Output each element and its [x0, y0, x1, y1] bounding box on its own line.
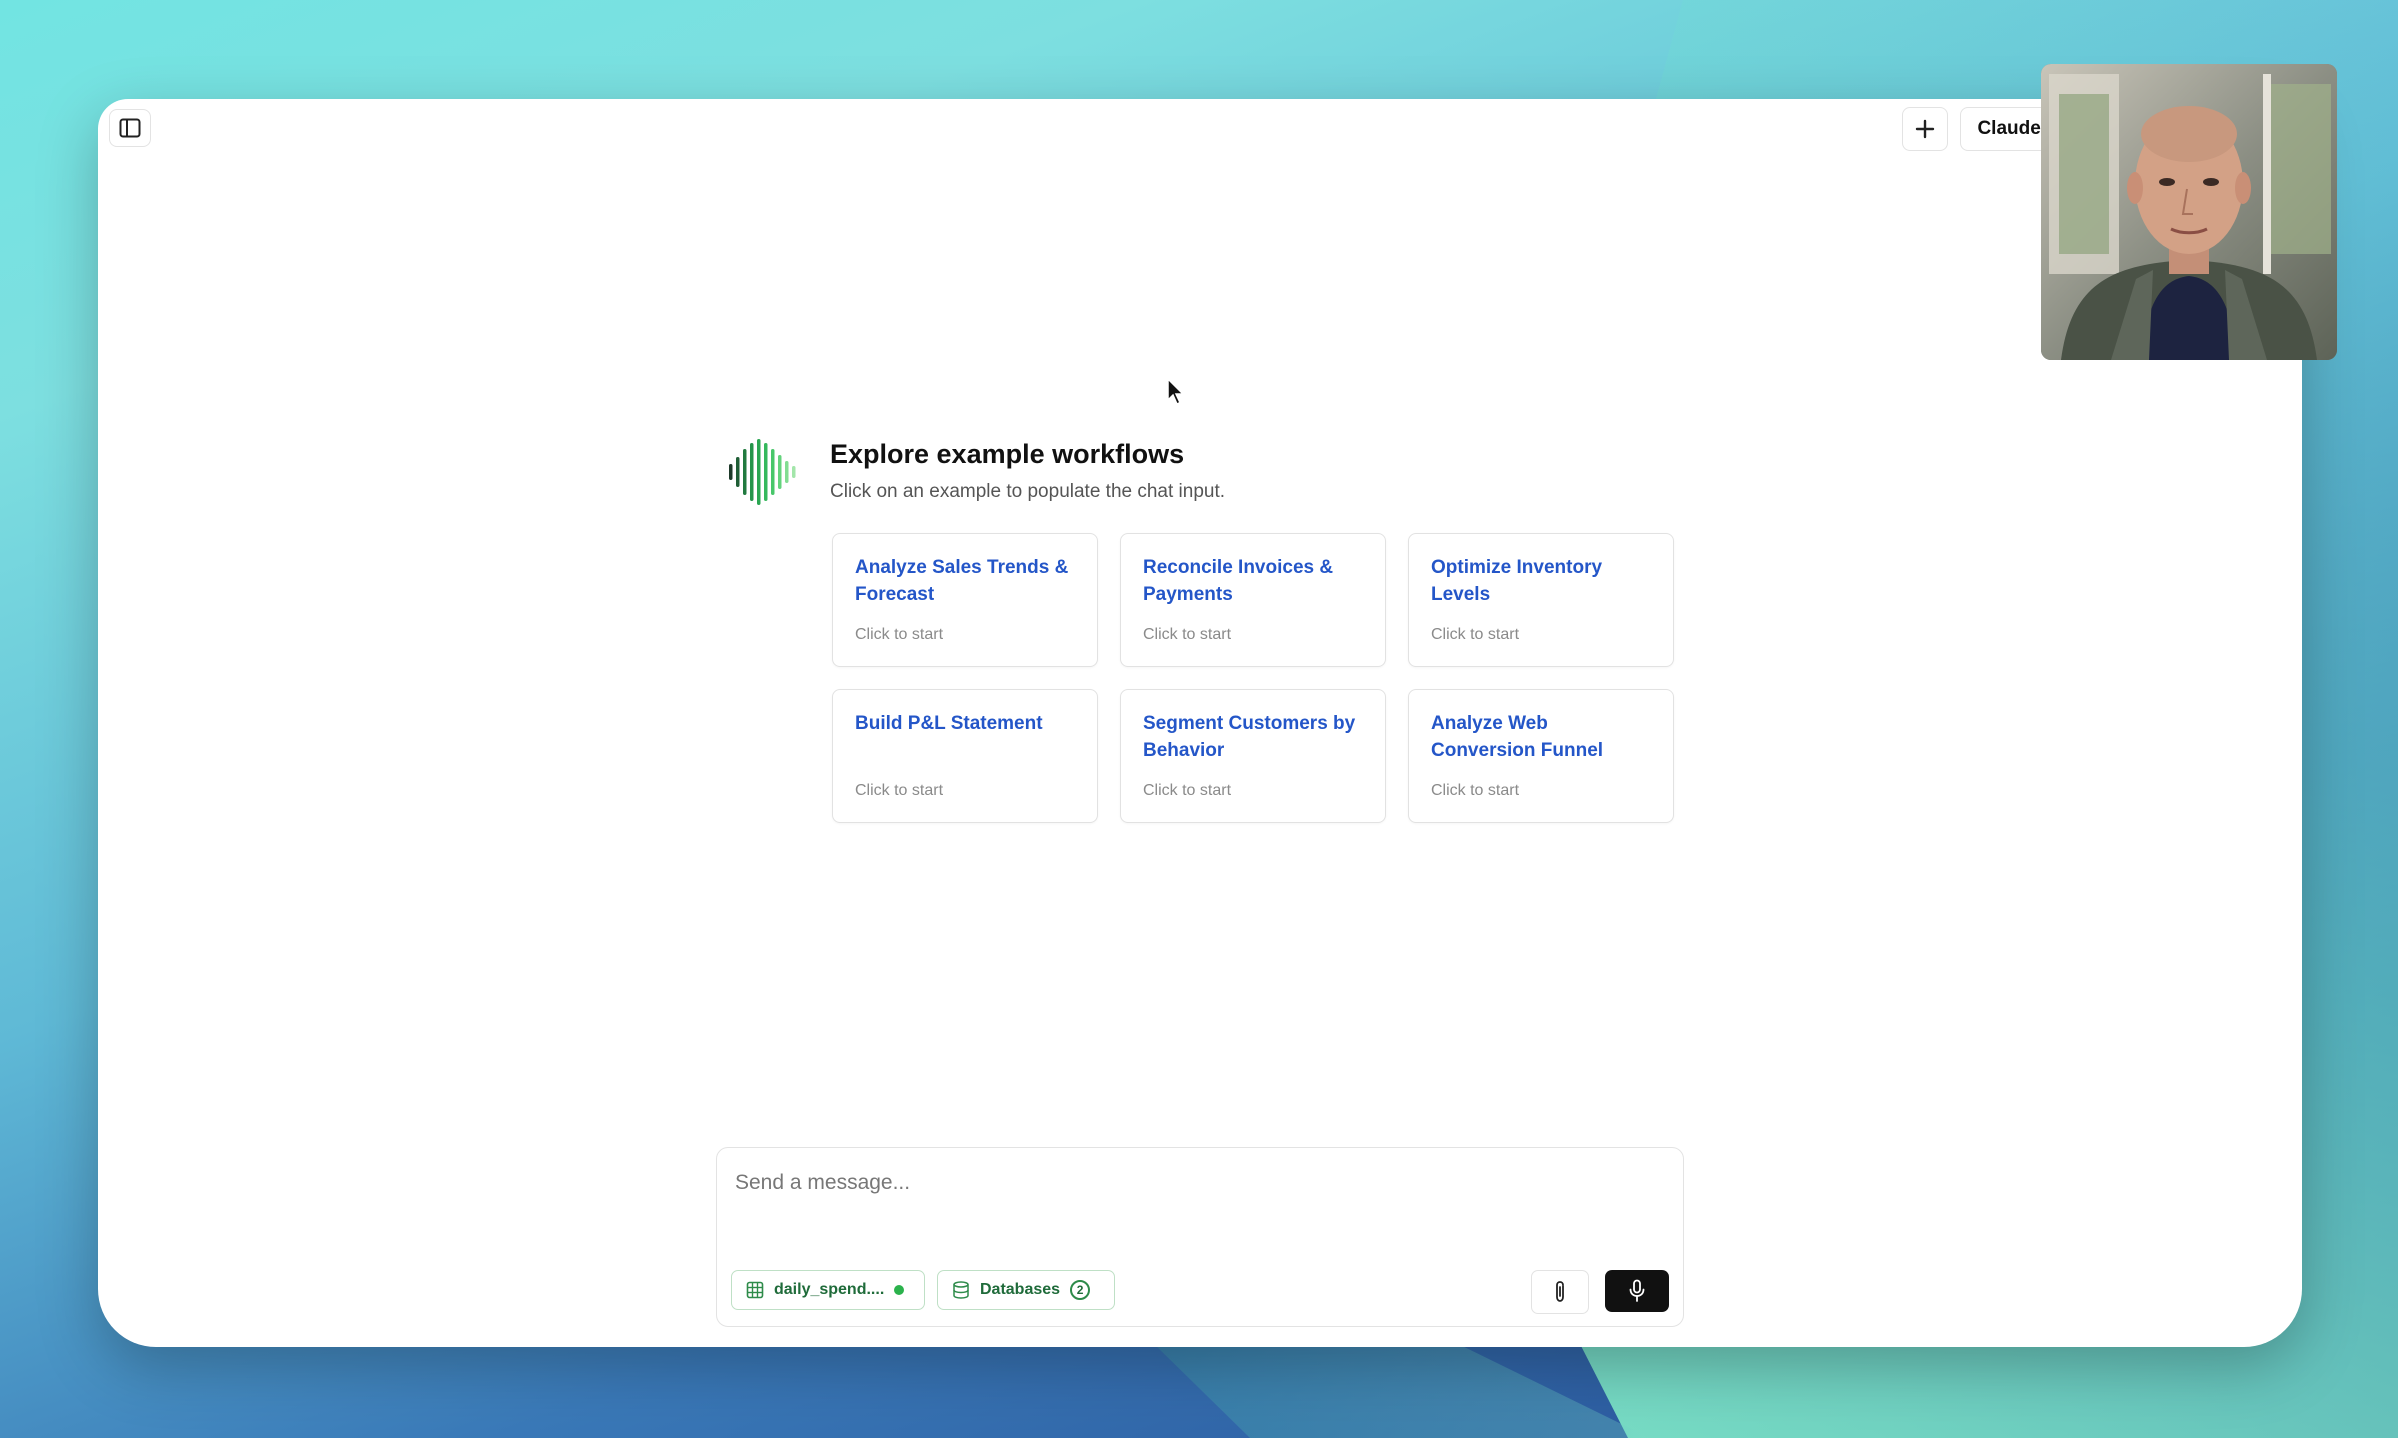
workflow-card-title: Optimize Inventory Levels: [1431, 557, 1603, 605]
workflow-card-title: Reconcile Invoices & Payments: [1143, 557, 1334, 605]
webcam-person-image: [2041, 64, 2337, 360]
connected-status-dot: [894, 1285, 905, 1295]
workflow-card-subtitle: Click to start: [855, 626, 944, 643]
workflows-header-text: Explore example workflows Click on an ex…: [830, 437, 1225, 503]
workflow-card-title: Analyze Sales Trends & Forecast: [855, 557, 1069, 605]
workflow-cards-grid: Analyze Sales Trends & Forecast Click to…: [832, 533, 1798, 823]
plus-icon: [1916, 119, 1935, 139]
voice-input-button[interactable]: [1605, 1270, 1669, 1312]
workflow-card[interactable]: Reconcile Invoices & Payments Click to s…: [1120, 533, 1386, 667]
attach-button[interactable]: [1531, 1270, 1589, 1314]
database-icon: [953, 1281, 969, 1299]
file-chip-label: daily_spend....: [774, 1281, 885, 1298]
workflow-card-title: Segment Customers by Behavior: [1143, 713, 1356, 761]
workflow-card-subtitle: Click to start: [1143, 782, 1232, 799]
page-title: Explore example workflows: [830, 439, 1185, 469]
databases-count-badge: 2: [1070, 1280, 1091, 1300]
paperclip-icon: [1556, 1281, 1564, 1302]
workflow-card-subtitle: Click to start: [855, 782, 944, 799]
workflow-card-subtitle: Click to start: [1143, 626, 1232, 643]
workflow-card[interactable]: Optimize Inventory Levels Click to start: [1408, 533, 1674, 667]
background-wedge: [1150, 1340, 1650, 1438]
workflow-card-subtitle: Click to start: [1431, 782, 1520, 799]
workflow-card-title: Build P&L Statement: [855, 713, 1043, 734]
app-window: Claude 3.7 Sc Explore example workflows …: [98, 99, 2302, 1347]
workflow-card-subtitle: Click to start: [1431, 626, 1520, 643]
chat-composer: daily_spend.... Databases 2: [716, 1147, 1684, 1327]
sidebar-toggle-icon: [119, 118, 141, 138]
mouse-cursor-icon: [1167, 378, 1185, 406]
databases-chip[interactable]: Databases 2: [937, 1270, 1115, 1310]
file-context-chip[interactable]: daily_spend....: [731, 1270, 925, 1310]
workflow-card-title: Analyze Web Conversion Funnel: [1431, 713, 1604, 761]
new-chat-button[interactable]: [1902, 107, 1949, 151]
webcam-overlay: [2041, 64, 2337, 360]
databases-chip-label: Databases: [980, 1281, 1061, 1298]
table-icon: [746, 1281, 764, 1299]
workflow-card[interactable]: Analyze Sales Trends & Forecast Click to…: [832, 533, 1098, 667]
message-input[interactable]: [733, 1162, 1657, 1204]
sidebar-toggle-button[interactable]: [109, 109, 151, 147]
microphone-icon: [1629, 1279, 1645, 1302]
workflow-card[interactable]: Analyze Web Conversion Funnel Click to s…: [1408, 689, 1674, 823]
page-subtitle: Click on an example to populate the chat…: [830, 481, 1226, 502]
waveform-logo-icon: [729, 439, 796, 505]
workflow-card[interactable]: Build P&L Statement Click to start: [832, 689, 1098, 823]
workflow-card[interactable]: Segment Customers by Behavior Click to s…: [1120, 689, 1386, 823]
